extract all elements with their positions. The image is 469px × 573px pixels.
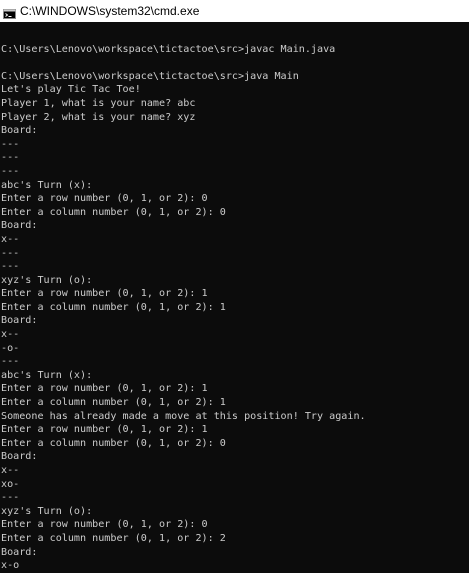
- console-line: Board:: [1, 546, 38, 558]
- console-line: -o-: [1, 342, 20, 354]
- console-line: abc's Turn (x):: [1, 179, 93, 191]
- console-line: C:\Users\Lenovo\workspace\tictactoe\src>…: [1, 43, 336, 55]
- console-line: Enter a row number (0, 1, or 2): 1: [1, 383, 208, 395]
- console-line: Enter a column number (0, 1, or 2): 2: [1, 532, 226, 544]
- console-line: ---: [1, 492, 20, 504]
- console-line: Board:: [1, 125, 38, 137]
- console-line: ---: [1, 247, 20, 259]
- console-output[interactable]: C:\Users\Lenovo\workspace\tictactoe\src>…: [1, 29, 467, 573]
- console-line: Board:: [1, 220, 38, 232]
- console-line: Enter a row number (0, 1, or 2): 1: [1, 288, 208, 300]
- console-line: Enter a row number (0, 1, or 2): 1: [1, 424, 208, 436]
- console-line: Enter a column number (0, 1, or 2): 0: [1, 437, 226, 449]
- console-line: Enter a row number (0, 1, or 2): 0: [1, 193, 208, 205]
- title-bar[interactable]: C:\WINDOWS\system32\cmd.exe: [0, 0, 469, 22]
- console-line: ---: [1, 356, 20, 368]
- console-line: C:\Users\Lenovo\workspace\tictactoe\src>…: [1, 70, 299, 82]
- console-line: ---: [1, 165, 20, 177]
- console-line: x--: [1, 233, 20, 245]
- console-line: Player 1, what is your name? abc: [1, 97, 196, 109]
- console-line: Enter a column number (0, 1, or 2): 0: [1, 206, 226, 218]
- console-line: Enter a column number (0, 1, or 2): 1: [1, 301, 226, 313]
- cmd-window: C:\WINDOWS\system32\cmd.exe C:\Users\Len…: [0, 0, 469, 573]
- console-line: Enter a column number (0, 1, or 2): 1: [1, 397, 226, 409]
- window-title: C:\WINDOWS\system32\cmd.exe: [20, 4, 200, 18]
- console-line: Board:: [1, 315, 38, 327]
- console-line: xyz's Turn (o):: [1, 274, 93, 286]
- console-line: x--: [1, 329, 20, 341]
- console-line: abc's Turn (x):: [1, 369, 93, 381]
- console-line: x-o: [1, 560, 20, 572]
- cmd-icon: [3, 6, 16, 19]
- console-line: ---: [1, 152, 20, 164]
- console-line: ---: [1, 261, 20, 273]
- console-line: Player 2, what is your name? xyz: [1, 111, 196, 123]
- console-line: Enter a row number (0, 1, or 2): 0: [1, 519, 208, 531]
- console-line: Let's play Tic Tac Toe!: [1, 84, 141, 96]
- console-line: xo-: [1, 478, 20, 490]
- console-line: xyz's Turn (o):: [1, 505, 93, 517]
- console-line: Board:: [1, 451, 38, 463]
- console-line: Someone has already made a move at this …: [1, 410, 366, 422]
- console-line: ---: [1, 138, 20, 150]
- console-line: x--: [1, 465, 20, 476]
